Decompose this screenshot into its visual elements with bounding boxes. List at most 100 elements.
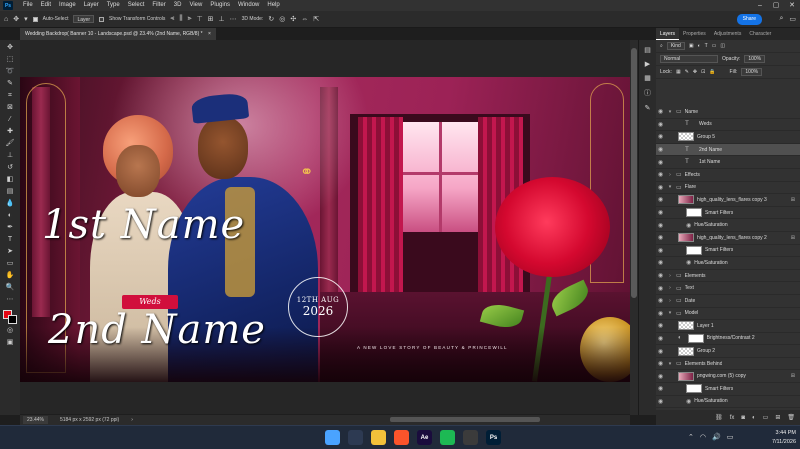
- windows-start-icon[interactable]: [325, 430, 340, 445]
- crop-tool-icon[interactable]: ⌗: [3, 91, 17, 101]
- layer-row[interactable]: ◉ T 2nd Name: [656, 143, 800, 157]
- filter-type-icon[interactable]: T: [705, 43, 708, 49]
- layer-row[interactable]: ◉ T 1st Name: [656, 156, 800, 169]
- minimize-icon[interactable]: –: [752, 0, 768, 11]
- eyedropper-tool-icon[interactable]: ⁄: [3, 115, 17, 125]
- more-options-icon[interactable]: ⋯: [230, 15, 237, 23]
- filter-visibility-icon[interactable]: ◉: [686, 259, 691, 266]
- mask-icon[interactable]: ◙: [741, 415, 745, 421]
- quick-select-tool-icon[interactable]: ✎: [3, 79, 17, 89]
- smart-filter-badge-icon[interactable]: ⊞: [791, 235, 795, 241]
- tab-layers[interactable]: Layers: [656, 28, 680, 40]
- layer-row[interactable]: ◉ Smart Filters: [656, 207, 800, 220]
- dodge-tool-icon[interactable]: ◐: [3, 211, 17, 221]
- layer-row[interactable]: ◉ Smart Filters: [656, 383, 800, 396]
- visibility-eye-icon[interactable]: ◉: [656, 310, 665, 317]
- visibility-eye-icon[interactable]: ◉: [656, 297, 665, 304]
- align-bottom-icon[interactable]: ⊥: [219, 15, 225, 23]
- paths-panel-icon[interactable]: ✎: [645, 104, 651, 112]
- layer-thumbnail[interactable]: [678, 233, 694, 243]
- visibility-eye-icon[interactable]: ◉: [656, 259, 665, 266]
- filter-visibility-icon[interactable]: ◉: [686, 398, 691, 405]
- path-select-tool-icon[interactable]: ➤: [3, 247, 17, 257]
- fx-icon[interactable]: fx: [730, 415, 735, 421]
- brave-browser-icon[interactable]: [394, 430, 409, 445]
- folder-icon[interactable]: ▭: [763, 414, 769, 421]
- photoshop-icon[interactable]: Ps: [486, 430, 501, 445]
- layer-row[interactable]: ◉ pngwing.com (5) copy ⊞: [656, 370, 800, 384]
- visibility-eye-icon[interactable]: ◉: [656, 171, 665, 178]
- visibility-eye-icon[interactable]: ◉: [656, 159, 665, 166]
- layer-row[interactable]: ◉ ▾ ▭ Name: [656, 106, 800, 119]
- menu-filter[interactable]: Filter: [148, 0, 169, 11]
- layer-row[interactable]: ◉ › ▭ Elements: [656, 270, 800, 283]
- filter-shape-icon[interactable]: ▭: [712, 43, 717, 49]
- pen-tool-icon[interactable]: ✒: [3, 223, 17, 233]
- layer-row[interactable]: ◉ Group 2: [656, 345, 800, 358]
- zoom-tool-icon[interactable]: 🔍: [3, 283, 17, 293]
- layer-thumbnail[interactable]: [678, 195, 694, 205]
- menu-image[interactable]: Image: [55, 0, 80, 11]
- layer-row[interactable]: ◉ ▾ ▭ Elements Behind: [656, 358, 800, 371]
- lasso-tool-icon[interactable]: ➰: [3, 67, 17, 77]
- hand-tool-icon[interactable]: ✋: [3, 271, 17, 281]
- document-canvas[interactable]: ⚭ 1st Name Weds 2nd Name 12TH AUG 2026 A…: [20, 77, 630, 382]
- rectangle-tool-icon[interactable]: ▭: [3, 259, 17, 269]
- visibility-eye-icon[interactable]: ◉: [656, 398, 665, 405]
- horizontal-scrollbar[interactable]: [390, 417, 540, 422]
- brush-tool-icon[interactable]: 🖌: [3, 139, 17, 149]
- opacity-field[interactable]: 100%: [744, 55, 766, 63]
- search-icon[interactable]: ⌕: [779, 15, 783, 23]
- filter-adjustment-icon[interactable]: ◐: [698, 43, 701, 49]
- file-explorer-icon[interactable]: [371, 430, 386, 445]
- layer-row[interactable]: ◉ ◉ Hue/Saturation: [656, 396, 800, 409]
- layer-thumbnail[interactable]: [686, 208, 702, 218]
- chevron-down-icon[interactable]: ▾: [667, 361, 673, 367]
- filter-kind-dropdown[interactable]: Kind: [666, 42, 685, 50]
- menu-help[interactable]: Help: [263, 0, 283, 11]
- layer-row[interactable]: ◉ Group 5: [656, 131, 800, 144]
- visibility-eye-icon[interactable]: ◉: [656, 285, 665, 292]
- lock-paint-icon[interactable]: ✎: [685, 69, 689, 75]
- tab-character[interactable]: Character: [745, 28, 775, 40]
- menu-window[interactable]: Window: [234, 0, 263, 11]
- clone-stamp-tool-icon[interactable]: ⊥: [3, 151, 17, 161]
- filter-smart-icon[interactable]: ◫: [720, 43, 725, 49]
- visibility-eye-icon[interactable]: ◉: [656, 335, 665, 342]
- visibility-eye-icon[interactable]: ◉: [656, 108, 665, 115]
- layer-row[interactable]: ◉ › ▭ Effects: [656, 169, 800, 182]
- menu-file[interactable]: File: [19, 0, 37, 11]
- more-tools-icon[interactable]: ⋯: [3, 295, 17, 305]
- menu-type[interactable]: Type: [103, 0, 124, 11]
- first-name-text[interactable]: 1st Name: [42, 202, 245, 248]
- layer-row[interactable]: ◉ › ▭ Text: [656, 282, 800, 295]
- chevron-down-icon[interactable]: ▾: [667, 109, 673, 115]
- visibility-eye-icon[interactable]: ◉: [656, 133, 665, 140]
- filter-pixel-icon[interactable]: ▣: [689, 43, 694, 49]
- layer-row[interactable]: ◉ Smart Filters: [656, 245, 800, 258]
- auto-select-checkbox[interactable]: [32, 16, 38, 22]
- marquee-tool-icon[interactable]: ⬚: [3, 55, 17, 65]
- document-info[interactable]: 5184 px x 2592 px (72 ppi): [60, 417, 119, 423]
- visibility-eye-icon[interactable]: ◉: [656, 121, 665, 128]
- align-middle-icon[interactable]: ⊞: [208, 15, 214, 23]
- layer-thumbnail[interactable]: [678, 132, 694, 142]
- visibility-eye-icon[interactable]: ◉: [656, 373, 665, 380]
- spotify-icon[interactable]: [440, 430, 455, 445]
- layer-thumbnail[interactable]: [678, 321, 694, 331]
- menu-edit[interactable]: Edit: [37, 0, 55, 11]
- menu-select[interactable]: Select: [124, 0, 149, 11]
- document-tab[interactable]: Wedding Backdrop( Banner 10 - Landscape.…: [20, 28, 216, 40]
- layer-row[interactable]: ◉ high_quality_lens_flares copy 3 ⊞: [656, 194, 800, 207]
- menu-layer[interactable]: Layer: [80, 0, 103, 11]
- align-right-icon[interactable]: ⫸: [188, 15, 192, 23]
- home-icon[interactable]: ⌂: [4, 16, 8, 23]
- layer-row[interactable]: ◉ › ▭ Date: [656, 295, 800, 308]
- layer-row[interactable]: ◉ ◉ Hue/Saturation: [656, 257, 800, 270]
- tab-properties[interactable]: Properties: [679, 28, 710, 40]
- move-tool-icon[interactable]: ✥: [13, 15, 19, 23]
- move-tool-icon[interactable]: ✥: [3, 43, 17, 53]
- menu-plugins[interactable]: Plugins: [206, 0, 234, 11]
- battery-icon[interactable]: ▭: [727, 433, 734, 441]
- visibility-eye-icon[interactable]: ◉: [656, 322, 665, 329]
